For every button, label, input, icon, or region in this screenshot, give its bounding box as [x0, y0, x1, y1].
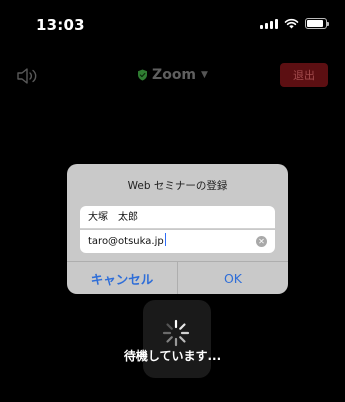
status-icons: [260, 18, 329, 29]
ok-button[interactable]: OK: [178, 262, 288, 294]
email-field[interactable]: taro@otsuka.jp ✕: [80, 230, 275, 253]
text-cursor: [164, 233, 166, 246]
dialog-actions: キャンセル OK: [67, 261, 288, 294]
cancel-button[interactable]: キャンセル: [67, 262, 178, 294]
loading-spinner-icon: [162, 319, 190, 347]
dialog-title: Web セミナーの登録: [127, 180, 228, 192]
chevron-down-icon: ▼: [201, 70, 208, 80]
meeting-title-label: Zoom: [152, 67, 197, 83]
email-field-value: taro@otsuka.jp: [88, 236, 164, 247]
name-field-value: 大塚 太郎: [88, 212, 138, 223]
shield-check-icon: [138, 69, 148, 81]
clear-text-icon[interactable]: ✕: [256, 236, 267, 247]
status-time: 13:03: [36, 16, 85, 34]
waiting-text: 待機しています...: [123, 349, 222, 363]
name-field[interactable]: 大塚 太郎: [80, 206, 275, 229]
leave-button[interactable]: 退出: [280, 63, 328, 87]
cellular-signal-icon: [260, 18, 278, 29]
battery-icon: [305, 18, 329, 29]
wifi-icon: [284, 18, 299, 29]
webinar-registration-dialog: Web セミナーの登録 大塚 太郎 taro@otsuka.jp ✕ キャンセル…: [67, 164, 288, 294]
status-bar: 13:03: [0, 0, 345, 52]
meeting-toolbar: Zoom ▼ 退出: [0, 62, 345, 90]
screen: 13:03 Zoom ▼ 退出 Web セミナーの登録 大塚 太郎 taro@o…: [0, 0, 345, 402]
